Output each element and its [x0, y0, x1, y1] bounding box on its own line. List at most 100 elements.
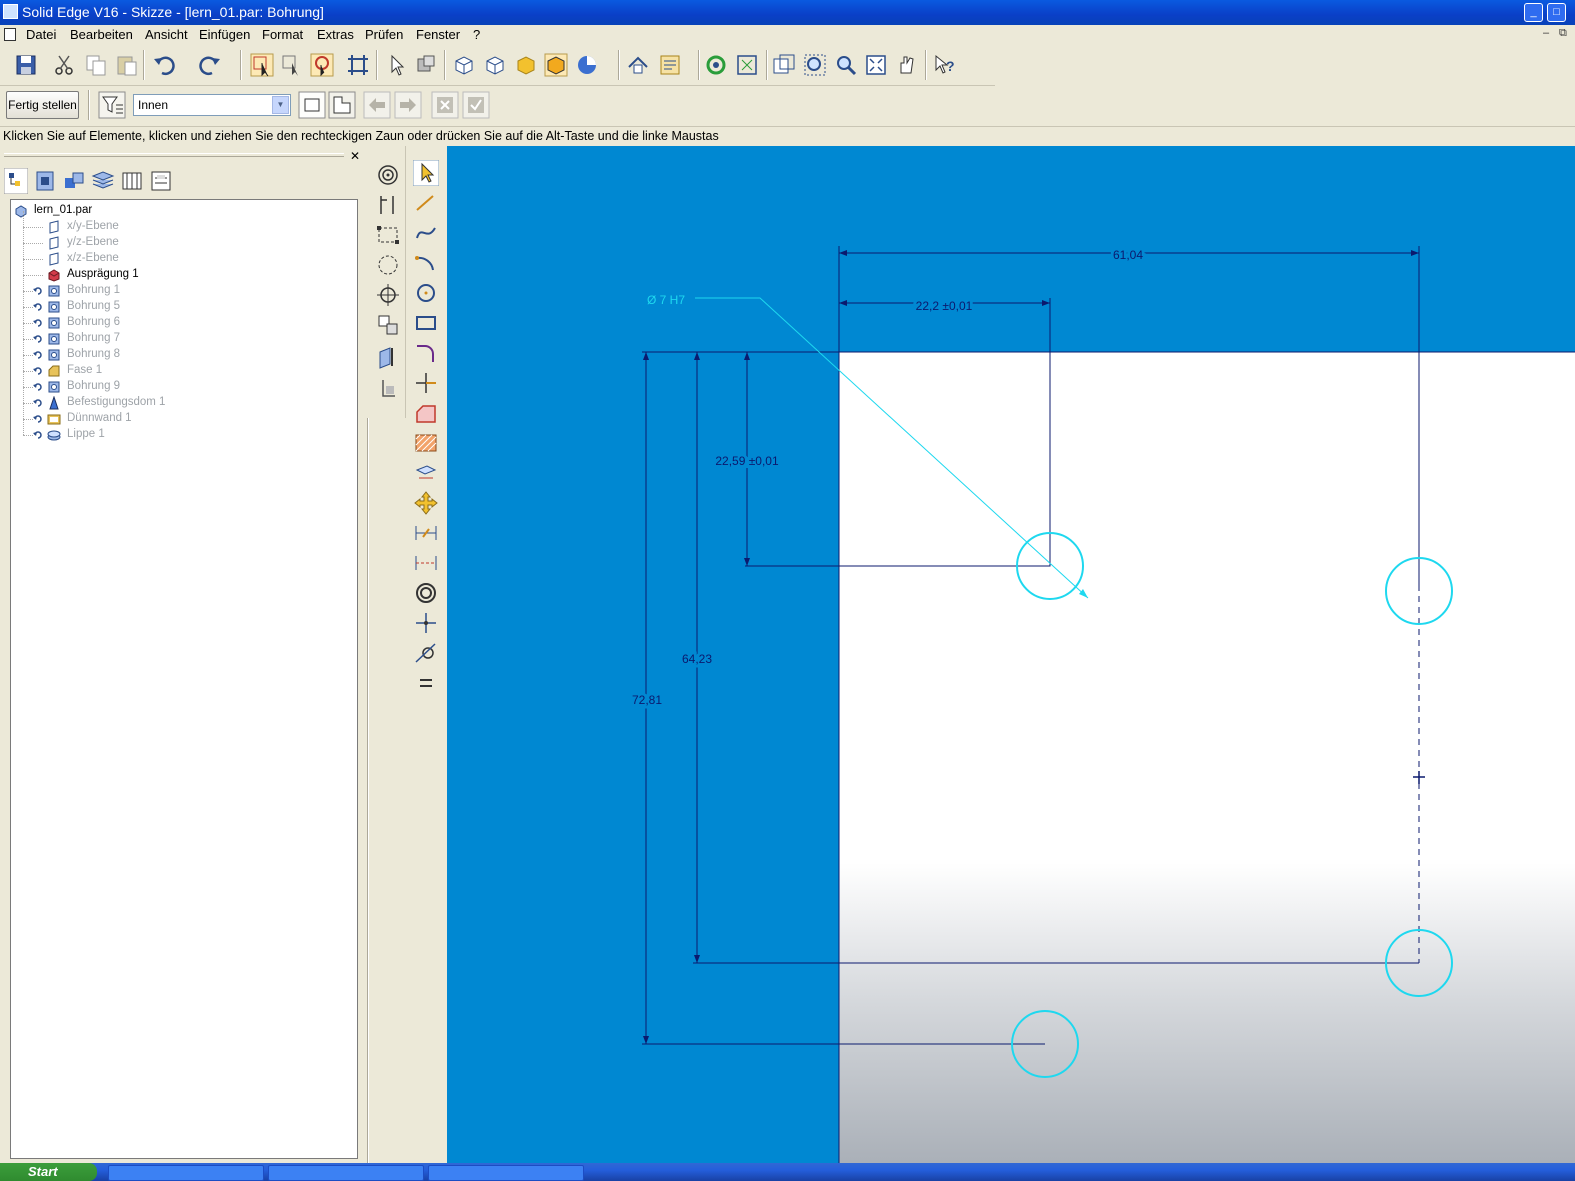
menu-fenster[interactable]: Fenster — [416, 27, 460, 42]
quickpick-icon[interactable] — [310, 53, 334, 77]
include-icon[interactable] — [375, 376, 401, 402]
move-icon[interactable] — [413, 490, 439, 516]
view-orient-icon[interactable] — [626, 53, 650, 77]
close-icon[interactable]: ✕ — [350, 149, 360, 163]
menu-bearbeiten[interactable]: Bearbeiten — [70, 27, 133, 42]
concentric-relation-icon[interactable] — [413, 580, 439, 606]
cut-icon[interactable] — [52, 53, 76, 77]
mirror-icon[interactable] — [413, 460, 439, 486]
minimize-button[interactable]: _ — [1524, 3, 1543, 22]
library-tab-icon[interactable] — [33, 168, 57, 194]
features-tab-icon[interactable] — [62, 168, 86, 194]
engineering-reference-tab-icon[interactable] — [149, 168, 173, 194]
dim-width-total-label[interactable]: 61,04 — [1110, 245, 1146, 265]
arc-icon[interactable] — [413, 250, 439, 276]
rollback-icon[interactable] — [33, 414, 43, 424]
select-tool-icon[interactable] — [250, 53, 274, 77]
rollback-icon[interactable] — [33, 318, 43, 328]
chevron-down-icon[interactable]: ▼ — [272, 96, 289, 114]
undo-icon[interactable] — [152, 53, 176, 77]
select-multi-icon[interactable] — [280, 53, 304, 77]
smart-dimension-icon[interactable] — [413, 520, 439, 546]
taskbar-item-2[interactable] — [268, 1165, 424, 1181]
document-menu-icon[interactable] — [4, 28, 16, 41]
window-zoom-icon[interactable] — [772, 53, 796, 77]
hole-callout-text[interactable]: Ø 7 H7 — [647, 293, 685, 307]
maximize-button[interactable]: □ — [1547, 3, 1566, 22]
connect-icon[interactable] — [413, 610, 439, 636]
finish-button[interactable]: Fertig stellen — [6, 91, 79, 119]
distance-dimension-icon[interactable] — [413, 550, 439, 576]
next-arrow-icon[interactable] — [394, 91, 422, 119]
sketch-drawing[interactable]: 61,04 22,2 ±0,01 22,59 ±0,01 64,23 72,81… — [447, 146, 1575, 1163]
pan-icon[interactable] — [895, 53, 919, 77]
fence-select-icon[interactable] — [375, 222, 401, 248]
menu-format[interactable]: Format — [262, 27, 303, 42]
cancel-icon[interactable] — [431, 91, 459, 119]
rollback-icon[interactable] — [33, 350, 43, 360]
dim-height-second-label[interactable]: 64,23 — [679, 649, 715, 669]
start-button[interactable]: Start — [0, 1163, 97, 1181]
taskbar-item-3[interactable] — [428, 1165, 584, 1181]
copy-icon[interactable] — [84, 53, 108, 77]
menu-datei[interactable]: Datei — [26, 27, 56, 42]
circle-icon[interactable] — [413, 280, 439, 306]
fillet-icon[interactable] — [413, 340, 439, 366]
fit-view-icon[interactable] — [735, 53, 759, 77]
line-icon[interactable] — [413, 190, 439, 216]
panel-grip[interactable] — [4, 153, 344, 157]
back-arrow-icon[interactable] — [363, 91, 391, 119]
menu-extras[interactable]: Extras — [317, 27, 354, 42]
fit-icon[interactable] — [864, 53, 888, 77]
tangent-icon[interactable] — [413, 640, 439, 666]
assembly-icon[interactable] — [414, 53, 438, 77]
menu-ansicht[interactable]: Ansicht — [145, 27, 188, 42]
paste-icon[interactable] — [115, 53, 139, 77]
menu-pruefen[interactable]: Prüfen — [365, 27, 403, 42]
curve-icon[interactable] — [413, 220, 439, 246]
rollback-icon[interactable] — [33, 398, 43, 408]
layers-tab-icon[interactable] — [91, 168, 115, 194]
dim-height-first-label[interactable]: 22,59 ±0,01 — [712, 451, 782, 471]
render-sphere-icon[interactable] — [576, 53, 600, 77]
intellisketch-icon[interactable] — [375, 192, 401, 218]
sensors-tab-icon[interactable] — [120, 168, 144, 194]
rectangle-icon[interactable] — [413, 310, 439, 336]
rotate-view-icon[interactable] — [704, 53, 728, 77]
side-select[interactable]: Innen ▼ — [133, 94, 291, 116]
rollback-icon[interactable] — [33, 302, 43, 312]
dim-height-total-label[interactable]: 72,81 — [629, 690, 665, 710]
equal-icon[interactable] — [413, 670, 439, 696]
circle-select-icon[interactable] — [375, 252, 401, 278]
redo-icon[interactable] — [198, 53, 222, 77]
select-arrow-icon[interactable] — [413, 160, 439, 186]
whats-this-help-icon[interactable]: ? — [932, 53, 956, 77]
sketch-canvas[interactable]: 61,04 22,2 ±0,01 22,59 ±0,01 64,23 72,81… — [447, 146, 1575, 1163]
menu-einfuegen[interactable]: Einfügen — [199, 27, 250, 42]
doc-restore-button[interactable]: ⧉ — [1559, 27, 1567, 40]
shaded-icon[interactable] — [514, 53, 538, 77]
rollback-icon[interactable] — [33, 366, 43, 376]
grid-icon[interactable] — [346, 53, 370, 77]
target-icon[interactable] — [375, 282, 401, 308]
zoom-icon[interactable] — [834, 53, 858, 77]
feature-tree[interactable]: lern_01.par x/y-Ebene y/z-Ebene x/z-Eben… — [10, 199, 358, 1159]
dim-width-first-label[interactable]: 22,2 ±0,01 — [913, 296, 976, 316]
rollback-icon[interactable] — [33, 334, 43, 344]
fill-icon[interactable] — [413, 430, 439, 456]
zoom-area-icon[interactable] — [803, 53, 827, 77]
save-icon[interactable] — [14, 53, 38, 77]
offset-icon[interactable] — [413, 400, 439, 426]
accept-icon[interactable] — [462, 91, 490, 119]
shaded-edges-icon[interactable] — [544, 53, 568, 77]
named-views-icon[interactable] — [658, 53, 682, 77]
view-iso-icon[interactable] — [452, 53, 476, 77]
relate-icon[interactable] — [375, 312, 401, 338]
pathfinder-tab-icon[interactable] — [4, 168, 28, 194]
doc-minimize-button[interactable]: – — [1543, 27, 1549, 39]
pointer-icon[interactable] — [384, 53, 408, 77]
profile-option-icon[interactable] — [328, 91, 356, 119]
project-edge-icon[interactable] — [375, 344, 401, 370]
taskbar-item-1[interactable] — [108, 1165, 264, 1181]
rectangle-option-icon[interactable] — [298, 91, 326, 119]
